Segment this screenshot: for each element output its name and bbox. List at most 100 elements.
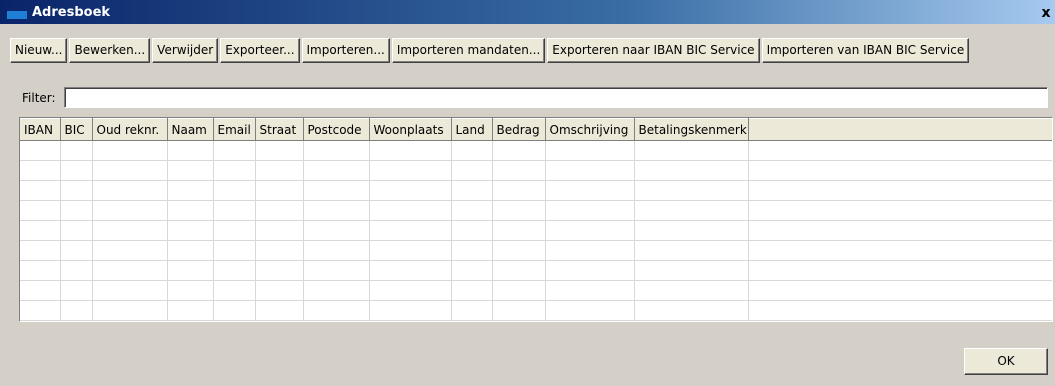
table-row[interactable]: [20, 140, 1052, 161]
table-cell[interactable]: [451, 200, 493, 221]
table-cell[interactable]: [369, 140, 452, 161]
table-cell[interactable]: [255, 140, 304, 161]
table-cell[interactable]: [20, 280, 61, 301]
table-cell[interactable]: [60, 200, 93, 221]
table-cell[interactable]: [255, 220, 304, 241]
table-row[interactable]: [20, 240, 1052, 261]
table-cell[interactable]: [748, 180, 1052, 201]
table-cell[interactable]: [634, 180, 749, 201]
table-row[interactable]: [20, 280, 1052, 301]
table-cell[interactable]: [492, 280, 546, 301]
delete-button[interactable]: Verwijder: [152, 38, 219, 63]
table-cell[interactable]: [634, 240, 749, 261]
table-cell[interactable]: [451, 260, 493, 281]
table-cell[interactable]: [167, 180, 214, 201]
table-cell[interactable]: [20, 180, 61, 201]
table-cell[interactable]: [213, 260, 256, 281]
table-cell[interactable]: [545, 220, 635, 241]
table-cell[interactable]: [634, 160, 749, 181]
table-cell[interactable]: [492, 300, 546, 321]
table-cell[interactable]: [369, 160, 452, 181]
table-cell[interactable]: [213, 180, 256, 201]
table-cell[interactable]: [60, 280, 93, 301]
import-mandates-button[interactable]: Importeren mandaten...: [391, 38, 546, 63]
table-cell[interactable]: [451, 300, 493, 321]
column-header[interactable]: Land: [451, 118, 493, 141]
address-table[interactable]: IBAN BIC Oud reknr. Naam Email Straat Po…: [19, 117, 1053, 322]
table-cell[interactable]: [545, 240, 635, 261]
table-cell[interactable]: [167, 220, 214, 241]
table-cell[interactable]: [167, 280, 214, 301]
table-cell[interactable]: [492, 220, 546, 241]
column-header[interactable]: Betalingskenmerk: [634, 118, 749, 141]
table-cell[interactable]: [369, 200, 452, 221]
table-cell[interactable]: [92, 300, 168, 321]
table-cell[interactable]: [255, 280, 304, 301]
table-cell[interactable]: [545, 200, 635, 221]
table-cell[interactable]: [213, 160, 256, 181]
column-header[interactable]: BIC: [60, 118, 93, 141]
table-cell[interactable]: [748, 200, 1052, 221]
table-cell[interactable]: [20, 200, 61, 221]
table-cell[interactable]: [748, 280, 1052, 301]
table-cell[interactable]: [545, 280, 635, 301]
table-cell[interactable]: [255, 200, 304, 221]
new-button[interactable]: Nieuw...: [10, 38, 68, 63]
table-cell[interactable]: [213, 200, 256, 221]
table-cell[interactable]: [167, 240, 214, 261]
table-cell[interactable]: [748, 160, 1052, 181]
table-cell[interactable]: [92, 200, 168, 221]
table-cell[interactable]: [167, 140, 214, 161]
table-cell[interactable]: [167, 200, 214, 221]
table-cell[interactable]: [303, 220, 370, 241]
ok-button[interactable]: OK: [964, 348, 1048, 375]
table-cell[interactable]: [545, 160, 635, 181]
table-cell[interactable]: [303, 140, 370, 161]
table-cell[interactable]: [303, 280, 370, 301]
column-header[interactable]: Straat: [255, 118, 304, 141]
table-cell[interactable]: [634, 260, 749, 281]
table-cell[interactable]: [92, 280, 168, 301]
table-cell[interactable]: [303, 260, 370, 281]
column-header[interactable]: Naam: [167, 118, 214, 141]
table-cell[interactable]: [303, 160, 370, 181]
table-row[interactable]: [20, 160, 1052, 181]
table-cell[interactable]: [92, 180, 168, 201]
table-cell[interactable]: [213, 300, 256, 321]
close-icon[interactable]: x: [1037, 4, 1055, 22]
table-cell[interactable]: [451, 160, 493, 181]
table-cell[interactable]: [303, 200, 370, 221]
table-cell[interactable]: [451, 240, 493, 261]
column-header[interactable]: Email: [213, 118, 256, 141]
table-cell[interactable]: [492, 140, 546, 161]
table-row[interactable]: [20, 180, 1052, 201]
table-cell[interactable]: [634, 280, 749, 301]
export-iban-bic-button[interactable]: Exporteren naar IBAN BIC Service: [547, 38, 760, 63]
table-cell[interactable]: [492, 260, 546, 281]
table-cell[interactable]: [213, 220, 256, 241]
title-bar[interactable]: Adresboek x: [0, 0, 1055, 24]
table-cell[interactable]: [634, 300, 749, 321]
edit-button[interactable]: Bewerken...: [69, 38, 151, 63]
table-cell[interactable]: [369, 260, 452, 281]
table-cell[interactable]: [92, 160, 168, 181]
table-cell[interactable]: [492, 180, 546, 201]
table-cell[interactable]: [92, 140, 168, 161]
table-cell[interactable]: [545, 180, 635, 201]
table-cell[interactable]: [167, 300, 214, 321]
column-header[interactable]: Oud reknr.: [92, 118, 168, 141]
table-cell[interactable]: [255, 180, 304, 201]
column-header[interactable]: Woonplaats: [369, 118, 452, 141]
table-cell[interactable]: [60, 260, 93, 281]
table-cell[interactable]: [492, 240, 546, 261]
table-cell[interactable]: [303, 180, 370, 201]
table-cell[interactable]: [303, 240, 370, 261]
export-button[interactable]: Exporteer...: [220, 38, 300, 63]
table-cell[interactable]: [492, 160, 546, 181]
table-cell[interactable]: [748, 300, 1052, 321]
table-cell[interactable]: [369, 280, 452, 301]
column-header[interactable]: Omschrijving: [545, 118, 635, 141]
table-cell[interactable]: [167, 260, 214, 281]
table-cell[interactable]: [20, 140, 61, 161]
table-cell[interactable]: [492, 200, 546, 221]
